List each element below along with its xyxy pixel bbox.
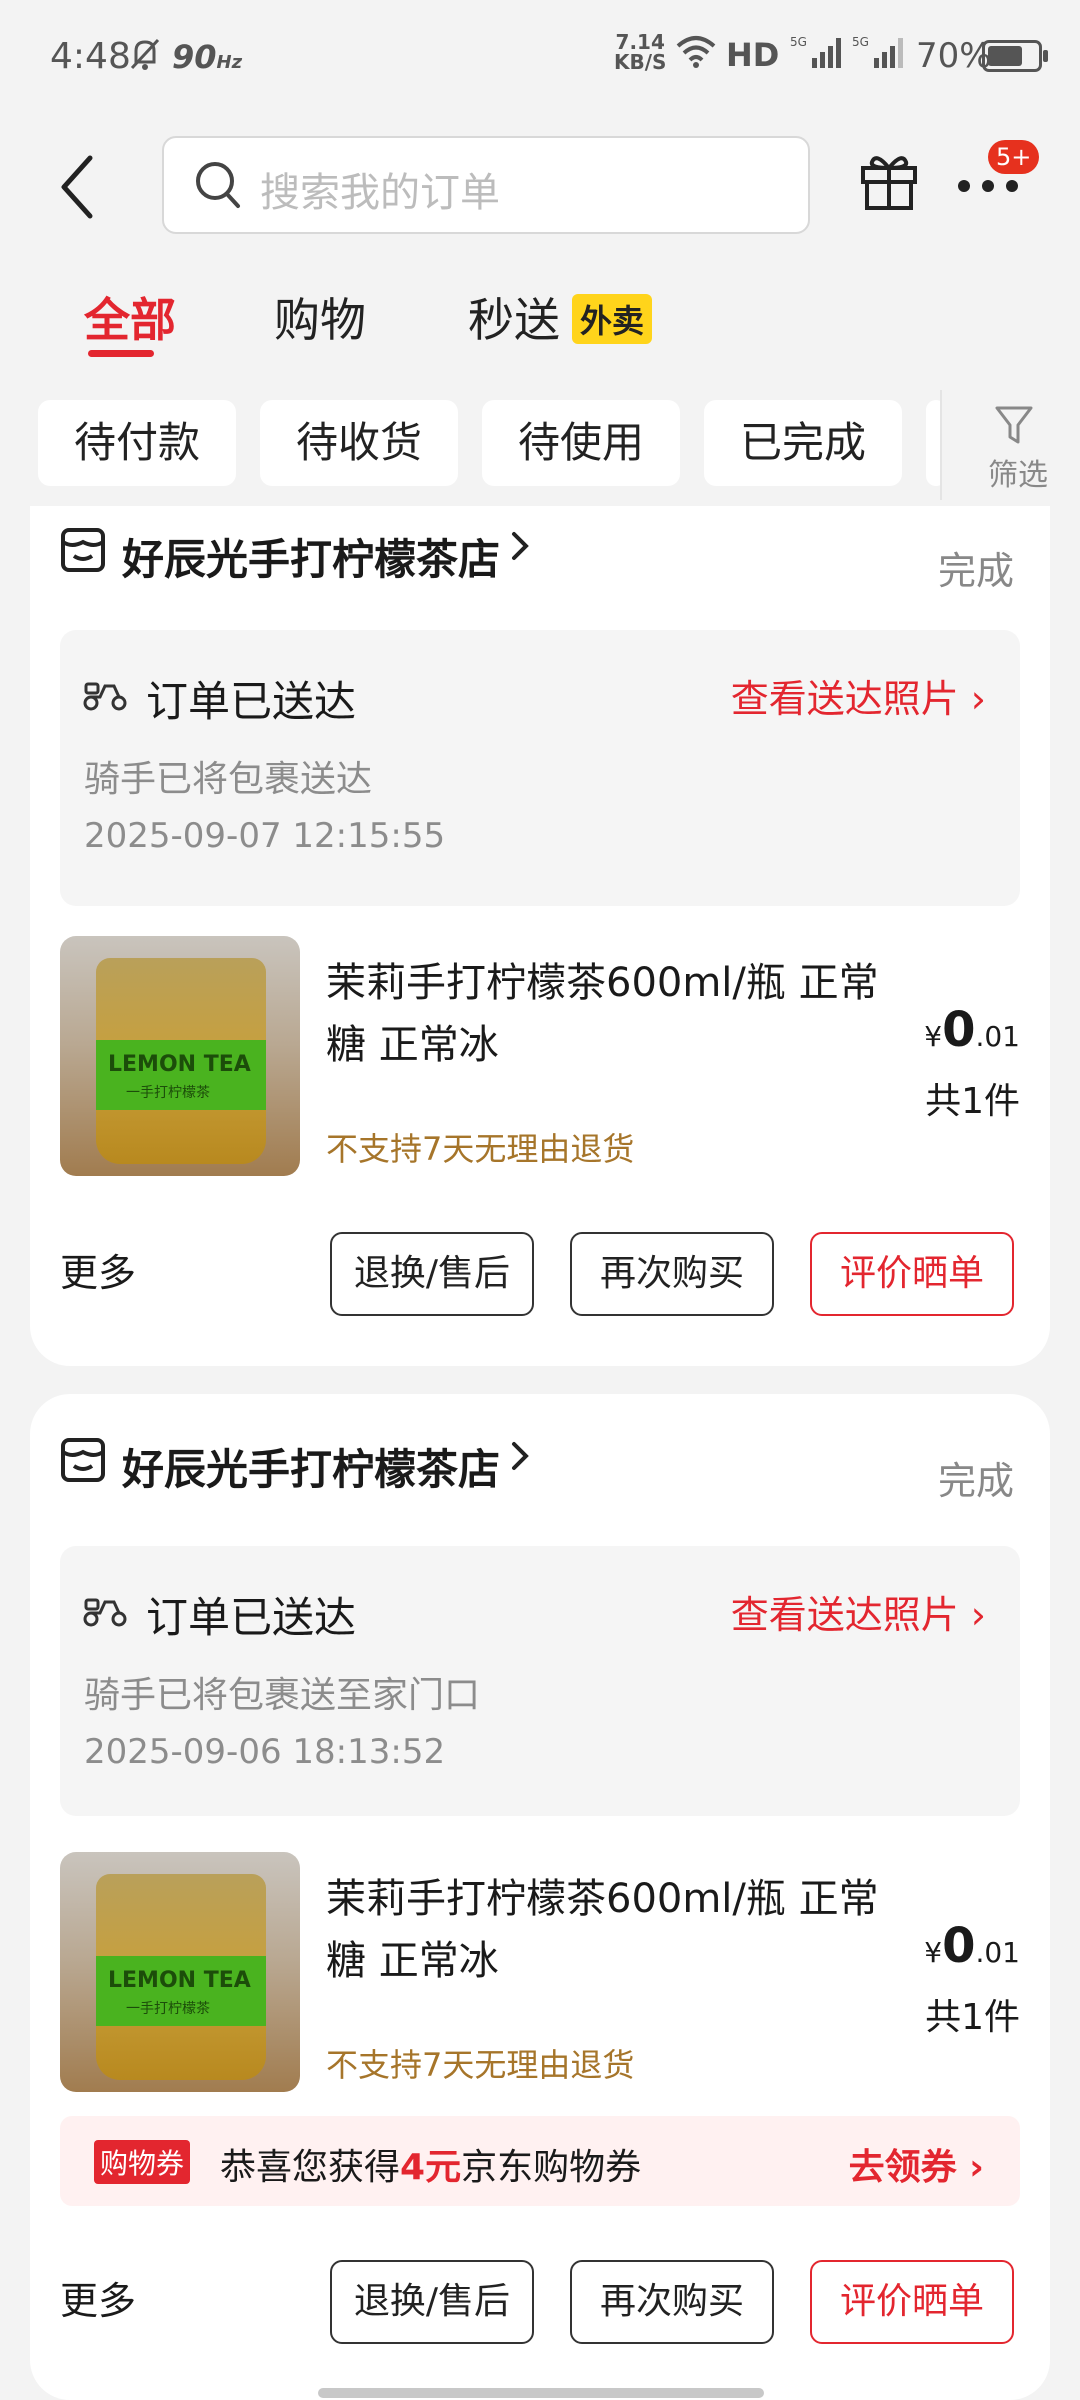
rebuy-button[interactable]: 再次购买	[570, 2260, 774, 2344]
order-card: 好辰光手打柠檬茶店 完成 订单已送达 查看送达照片 › 骑手已将包裹送至家门口 …	[30, 1394, 1050, 2400]
delivery-title: 订单已送达	[146, 1593, 357, 1642]
view-delivery-photo-link[interactable]: 查看送达照片 ›	[731, 1584, 986, 1639]
shop-icon	[60, 1436, 106, 1488]
review-button[interactable]: 评价晒单	[810, 2260, 1014, 2344]
svg-text:5G: 5G	[790, 35, 807, 49]
tab-flash-delivery[interactable]: 秒送	[468, 284, 560, 350]
more-dots-icon	[958, 180, 1018, 192]
more-menu-button[interactable]	[956, 178, 1020, 198]
search-input[interactable]: 搜索我的订单	[162, 136, 810, 234]
return-policy-note: 不支持7天无理由退货	[326, 1130, 635, 1168]
takeout-tag: 外卖	[572, 294, 653, 344]
battery-percent: 70%	[916, 36, 992, 76]
chip-pending-receipt[interactable]: 待收货	[260, 400, 458, 486]
back-button[interactable]	[58, 152, 98, 222]
refund-button[interactable]: 退换/售后	[330, 2260, 534, 2344]
return-policy-note: 不支持7天无理由退货	[326, 2046, 635, 2084]
order-tabs: 全部 购物 秒送 外卖	[0, 260, 1080, 370]
product-qty: 共1件	[925, 1997, 1020, 2038]
svg-text:5G: 5G	[852, 35, 869, 49]
tab-shopping[interactable]: 购物	[274, 284, 366, 350]
review-button[interactable]: 评价晒单	[810, 1232, 1014, 1316]
more-actions-link[interactable]: 更多	[60, 2270, 136, 2325]
delivery-info: 订单已送达 查看送达照片 › 骑手已将包裹送达 2025-09-07 12:15…	[60, 630, 1020, 906]
more-actions-link[interactable]: 更多	[60, 1242, 136, 1297]
product-price: ¥0.01	[924, 1002, 1020, 1058]
filter-label: 筛选	[988, 458, 1048, 493]
battery-icon	[982, 40, 1048, 72]
status-bar: 4:48 90Hz 7.14 KB/S HD 5G 5G 70%	[0, 0, 1080, 110]
mute-bell-icon	[128, 36, 162, 81]
chip-completed[interactable]: 已完成	[704, 400, 902, 486]
signal-icon-2: 5G	[852, 34, 908, 74]
shop-name[interactable]: 好辰光手打柠檬茶店	[122, 526, 500, 587]
delivery-info: 订单已送达 查看送达照片 › 骑手已将包裹送至家门口 2025-09-06 18…	[60, 1546, 1020, 1816]
chevron-left-icon	[61, 155, 93, 219]
filter-button[interactable]: 筛选	[940, 390, 1080, 500]
signal-icon: 5G	[790, 34, 846, 74]
filter-icon	[994, 404, 1034, 450]
delivery-time: 2025-09-07 12:15:55	[84, 816, 446, 856]
rebuy-button[interactable]: 再次购买	[570, 1232, 774, 1316]
chevron-right-icon[interactable]	[510, 526, 530, 576]
delivery-desc: 骑手已将包裹送至家门口	[84, 1675, 481, 1716]
home-indicator[interactable]	[318, 2388, 764, 2398]
scooter-icon	[82, 676, 128, 716]
refresh-rate: 90Hz	[172, 38, 243, 76]
delivery-desc: 骑手已将包裹送达	[84, 759, 373, 800]
chevron-right-icon[interactable]	[510, 1436, 530, 1486]
product-price: ¥0.01	[924, 1918, 1020, 1974]
refund-button[interactable]: 退换/售后	[330, 1232, 534, 1316]
delivery-time: 2025-09-06 18:13:52	[84, 1732, 446, 1772]
tab-active-indicator	[88, 350, 154, 357]
status-time: 4:48	[50, 36, 131, 77]
coupon-tag: 购物券	[94, 2140, 191, 2184]
product-qty: 共1件	[925, 1081, 1020, 1122]
coupon-banner[interactable]: 购物券 恭喜您获得4元京东购物券 去领券 ›	[60, 2116, 1020, 2206]
coupon-text: 恭喜您获得4元京东购物券	[220, 2147, 642, 2188]
chip-pending-payment[interactable]: 待付款	[38, 400, 236, 486]
delivery-title: 订单已送达	[146, 677, 357, 726]
wifi-icon	[676, 34, 716, 72]
notification-badge: 5+	[988, 140, 1040, 174]
hd-indicator: HD	[726, 36, 780, 74]
search-placeholder: 搜索我的订单	[260, 170, 500, 216]
view-delivery-photo-link[interactable]: 查看送达照片 ›	[731, 668, 986, 723]
order-card: 好辰光手打柠檬茶店 完成 订单已送达 查看送达照片 › 骑手已将包裹送达 202…	[30, 506, 1050, 1366]
tab-all[interactable]: 全部	[84, 284, 176, 350]
shop-name[interactable]: 好辰光手打柠檬茶店	[122, 1436, 500, 1497]
search-icon	[194, 160, 242, 214]
order-status: 完成	[937, 1459, 1014, 1503]
product-title[interactable]: 茉莉手打柠檬茶600ml/瓶 正常糖 正常冰	[326, 952, 886, 1076]
filter-chips: 待付款 待收货 待使用 已完成 筛选	[0, 390, 1080, 500]
shop-icon	[60, 526, 106, 578]
product-image[interactable]: LEMON TEA 一手打柠檬茶	[60, 1852, 300, 2092]
scooter-icon	[82, 1592, 128, 1632]
gift-button[interactable]	[858, 150, 920, 216]
order-status: 完成	[937, 549, 1014, 593]
net-speed: 7.14 KB/S	[614, 30, 667, 74]
product-image[interactable]: LEMON TEA 一手打柠檬茶	[60, 936, 300, 1176]
claim-coupon-link[interactable]: 去领券 ›	[849, 2138, 984, 2190]
gift-icon	[861, 156, 917, 210]
top-nav: 搜索我的订单 5+	[0, 110, 1080, 260]
chip-pending-use[interactable]: 待使用	[482, 400, 680, 486]
product-title[interactable]: 茉莉手打柠檬茶600ml/瓶 正常糖 正常冰	[326, 1868, 886, 1992]
